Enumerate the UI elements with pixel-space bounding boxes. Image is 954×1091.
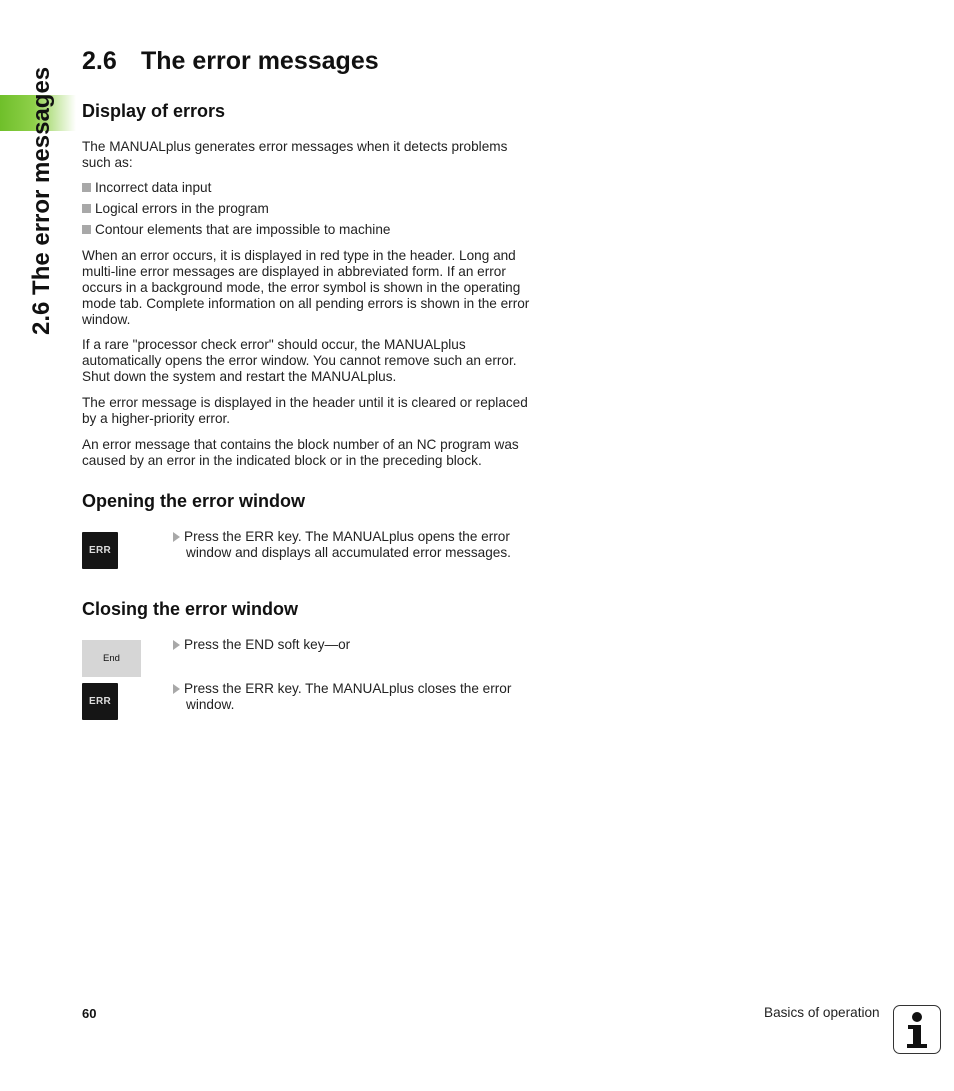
page-number: 60 bbox=[82, 1006, 97, 1021]
bullet-square-icon bbox=[82, 204, 91, 213]
paragraph: An error message that contains the block… bbox=[82, 437, 519, 468]
step-close-err: Press the ERR key. The MANUALplus closes… bbox=[173, 681, 529, 713]
page-title: 2.6 The error messages bbox=[82, 47, 379, 76]
info-icon bbox=[893, 1005, 941, 1054]
heading-closing-error-window: Closing the error window bbox=[82, 599, 299, 619]
step-open-err: Press the ERR key. The MANUALplus opens … bbox=[173, 529, 529, 561]
arrow-bullet-icon bbox=[173, 640, 180, 650]
intro-paragraph: The MANUALplus generates error messages … bbox=[82, 139, 508, 170]
heading-opening-error-window: Opening the error window bbox=[82, 491, 306, 511]
err-key-image: ERR bbox=[82, 532, 118, 569]
heading-display-of-errors: Display of errors bbox=[82, 101, 226, 121]
bullet-item: Logical errors in the program bbox=[82, 201, 269, 217]
bullet-square-icon bbox=[82, 225, 91, 234]
step-end-softkey: Press the END soft key—or bbox=[173, 637, 529, 653]
bullet-square-icon bbox=[82, 183, 91, 192]
err-key-image: ERR bbox=[82, 683, 118, 720]
paragraph: The error message is displayed in the he… bbox=[82, 395, 528, 426]
end-softkey-image: End bbox=[82, 640, 141, 677]
paragraph: When an error occurs, it is displayed in… bbox=[82, 248, 530, 327]
arrow-bullet-icon bbox=[173, 684, 180, 694]
bullet-item: Incorrect data input bbox=[82, 180, 211, 196]
arrow-bullet-icon bbox=[173, 532, 180, 542]
side-chapter-title: 2.6 The error messages bbox=[28, 66, 55, 335]
section-number: 2.6 bbox=[82, 47, 117, 75]
section-title: The error messages bbox=[141, 47, 379, 75]
footer-section-title: Basics of operation bbox=[764, 1005, 880, 1020]
paragraph: If a rare "processor check error" should… bbox=[82, 337, 517, 384]
bullet-item: Contour elements that are impossible to … bbox=[82, 222, 390, 238]
